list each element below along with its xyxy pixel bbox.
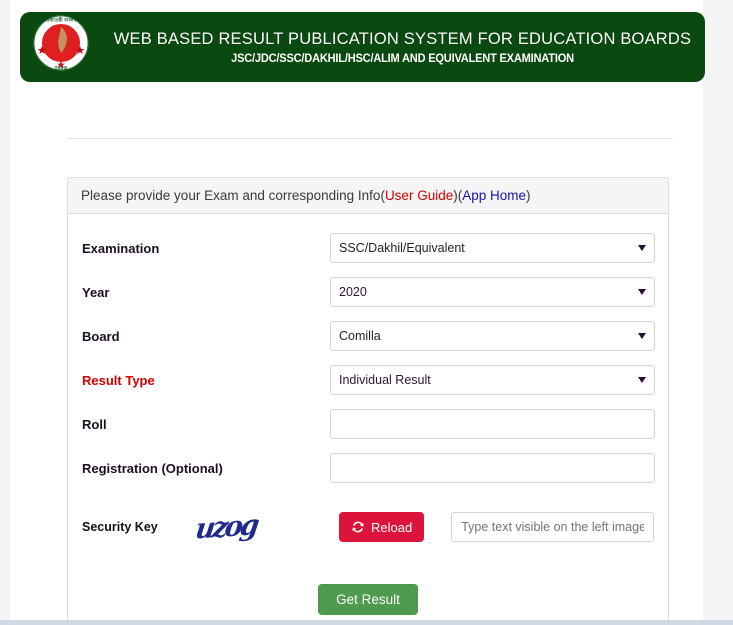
examination-select-wrap: SSC/Dakhil/Equivalent	[330, 233, 655, 263]
form-row-year: Year 2020	[82, 270, 655, 314]
site-header: WEB BASED RESULT PUBLICATION SYSTEM FOR …	[20, 12, 705, 82]
form-row-roll: Roll	[82, 402, 655, 446]
app-home-link[interactable]: App Home	[462, 188, 526, 203]
registration-field	[330, 453, 655, 483]
form-row-examination: Examination SSC/Dakhil/Equivalent	[82, 226, 655, 270]
result-type-select[interactable]: Individual Result	[330, 365, 655, 395]
form-row-registration: Registration (Optional)	[82, 446, 655, 490]
year-label: Year	[82, 284, 110, 300]
board-label: Board	[82, 328, 120, 344]
user-guide-link[interactable]: User Guide	[385, 188, 453, 203]
page-title: WEB BASED RESULT PUBLICATION SYSTEM FOR …	[113, 30, 692, 49]
result-form-panel: Please provide your Exam and correspondi…	[67, 177, 669, 625]
result-type-label: Result Type	[82, 372, 155, 388]
app-home-close-paren: )	[526, 188, 531, 203]
captcha-image: uzog	[193, 507, 282, 547]
registration-input[interactable]	[330, 453, 655, 483]
year-field: 2020	[330, 277, 655, 307]
board-select-wrap: Comilla	[330, 321, 655, 351]
form-row-board: Board Comilla	[82, 314, 655, 358]
result-type-select-wrap: Individual Result	[330, 365, 655, 395]
captcha-text: uzog	[193, 508, 259, 546]
reload-button-label: Reload	[371, 519, 413, 535]
page-root: WEB BASED RESULT PUBLICATION SYSTEM FOR …	[0, 0, 733, 625]
content-divider	[67, 138, 673, 139]
examination-select[interactable]: SSC/Dakhil/Equivalent	[330, 233, 655, 263]
security-key-label: Security Key	[82, 520, 158, 534]
panel-header: Please provide your Exam and correspondi…	[68, 178, 668, 214]
roll-label: Roll	[82, 416, 107, 432]
examination-label: Examination	[82, 240, 160, 256]
result-type-field: Individual Result	[330, 365, 655, 395]
security-key-input[interactable]	[451, 512, 654, 542]
header-text-wrap: WEB BASED RESULT PUBLICATION SYSTEM FOR …	[110, 12, 695, 82]
reload-captcha-button[interactable]: Reload	[339, 512, 425, 542]
svg-text:সরকার: সরকার	[54, 66, 68, 72]
bottom-strip	[0, 620, 733, 625]
year-select-wrap: 2020	[330, 277, 655, 307]
refresh-icon	[351, 520, 365, 534]
board-field: Comilla	[330, 321, 655, 351]
board-select[interactable]: Comilla	[330, 321, 655, 351]
roll-input[interactable]	[330, 409, 655, 439]
bangladesh-government-emblem-icon: গণপ্রজাতন্ত্রী বাংলাদেশ সরকার	[32, 14, 90, 72]
page-container: WEB BASED RESULT PUBLICATION SYSTEM FOR …	[10, 0, 705, 625]
year-select[interactable]: 2020	[330, 277, 655, 307]
form-row-result-type: Result Type Individual Result	[82, 358, 655, 402]
get-result-button[interactable]: Get Result	[318, 584, 418, 615]
panel-header-text: Please provide your Exam and correspondi…	[81, 188, 381, 203]
page-subtitle: JSC/JDC/SSC/DAKHIL/HSC/ALIM AND EQUIVALE…	[231, 52, 574, 65]
roll-field	[330, 409, 655, 439]
registration-label: Registration (Optional)	[82, 460, 223, 476]
form-row-security-key: Security Key uzog Reload	[82, 500, 654, 554]
examination-field: SSC/Dakhil/Equivalent	[330, 233, 655, 263]
panel-body: Examination SSC/Dakhil/Equivalent Year 2…	[68, 214, 668, 615]
submit-row: Get Result	[82, 584, 654, 615]
